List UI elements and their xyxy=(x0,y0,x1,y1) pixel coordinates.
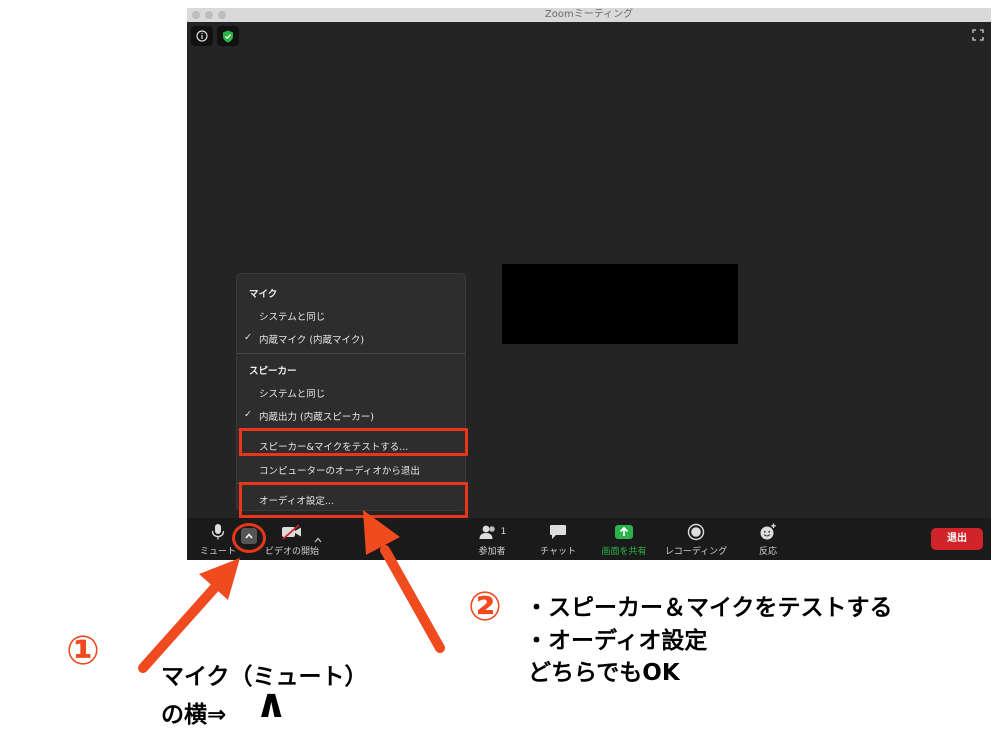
note2-line2: ・オーディオ設定 xyxy=(525,628,708,654)
step-number-1: ① xyxy=(66,628,100,674)
note1-line2: の横⇒ xyxy=(161,702,227,728)
note2-line1: ・スピーカー＆マイクをテストする xyxy=(525,595,893,621)
note2-line3: どちらでもOK xyxy=(528,660,680,686)
step-number-2: ② xyxy=(468,584,502,630)
caret-symbol: ∧ xyxy=(255,681,288,727)
annotation-arrows xyxy=(138,510,445,673)
arrow-to-menu xyxy=(363,510,445,653)
arrow-to-caret xyxy=(138,558,240,673)
